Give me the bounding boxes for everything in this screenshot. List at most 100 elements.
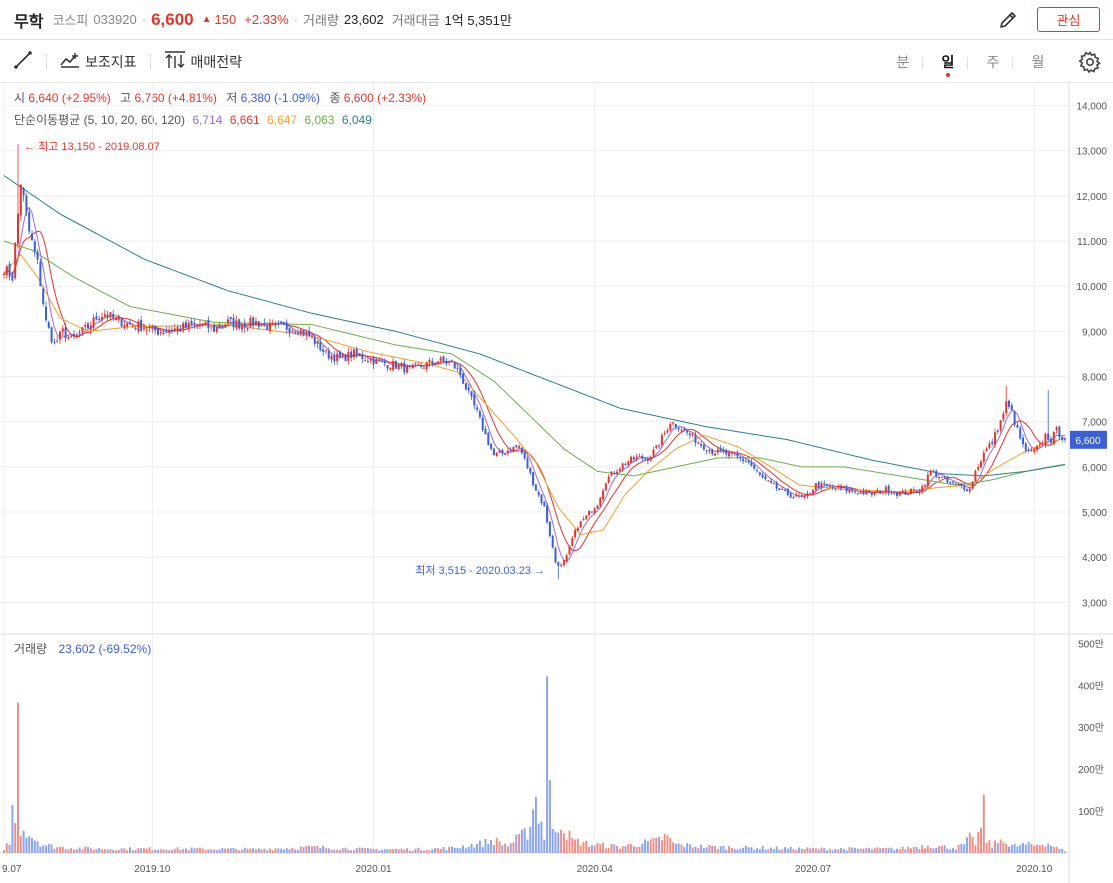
candle-body [652,449,655,456]
candle-body [179,328,182,331]
volume-bar [224,848,227,853]
volume-bar [50,844,53,853]
volume-bar [456,847,459,853]
candle-body [229,316,232,319]
volume-bar [842,848,845,853]
volume-bar [3,850,5,853]
volume-bar [691,847,694,853]
stock-name: 무학 [14,13,44,31]
volume-bar [865,848,868,853]
candle-body [921,486,924,493]
candle-body [638,455,641,457]
candle-body [529,467,532,473]
volume-bar [817,849,820,853]
volume-bar [215,850,218,853]
amount-value: 1억 5,351만 [444,13,512,28]
volume-bar [557,832,560,853]
candle-body [464,383,467,390]
candle-body [823,483,826,485]
candle-body [112,314,115,318]
volume-bar [204,850,207,853]
period-minute[interactable]: 분 [891,41,915,83]
volume-bar [436,848,439,853]
volume-bar [613,844,616,853]
volume-bar [341,847,344,853]
candle-body [268,322,271,332]
candle-body [504,454,507,456]
volume-bar [142,848,145,853]
volume-bar [837,849,840,853]
candle-body [436,361,439,364]
volume-bar [117,849,120,853]
price-tick-label: 12,000 [1076,192,1107,203]
volume-bar [652,837,655,853]
volume-bar [795,850,798,853]
candle-body [627,461,630,465]
volume-bar [196,848,199,853]
volume-bar [73,849,75,853]
volume-bar [593,845,596,853]
volume-bar [702,848,705,853]
volume-bar [1022,843,1024,853]
candle-body [422,367,425,369]
candle-body [515,445,518,448]
axis-labels: 14,000 13,000 12,000 11,000 10,000 9,000 8,000… [2,102,1107,875]
volume-bar [568,830,571,853]
gear-icon[interactable] [1078,50,1102,74]
candle-body [56,340,59,342]
volume-bar [658,837,661,853]
candle-body [495,452,498,457]
volume-tick-label: 500만 [1078,638,1104,650]
candle-body [478,411,481,417]
volume-bar [8,844,11,853]
candle-body [702,444,705,450]
volume-bar [484,838,487,853]
volume-bar [487,844,490,853]
candle-body [901,490,904,492]
indicator-button[interactable]: 보조지표 [47,41,150,83]
period-month[interactable]: 월 [1026,41,1050,83]
candle-body [582,519,585,521]
candle-body [11,274,14,281]
volume-bar [358,847,361,853]
volume-bar [898,849,901,853]
candle-body [669,424,672,431]
favorite-button[interactable]: 관심 [1037,7,1100,32]
volume-bar [828,848,831,853]
candle-body [548,521,551,536]
candle-body [543,501,546,507]
volume-bar [1050,845,1052,853]
volume-bar [870,849,873,853]
price-tick-label: 13,000 [1076,147,1107,158]
period-day[interactable]: 일 [936,41,960,83]
volume-bar [280,848,283,853]
candle-body [655,445,658,449]
volume-bar [126,850,129,853]
volume-bar [333,849,336,853]
candle-body [98,318,101,321]
draw-line-tool[interactable] [0,41,46,83]
candle-body [89,325,92,330]
volume-bar [954,849,957,853]
volume-bar [240,849,243,853]
volume-bar [218,849,221,853]
candle-body [473,394,476,406]
strategy-button[interactable]: 매매전략 [151,41,242,83]
volume-bar [901,846,904,853]
pencil-icon[interactable] [996,8,1020,32]
time-tick-label: 2020.07 [795,864,832,875]
annotations: ← 최고 13,150 - 2019.08.07 최저 3,515 - 2020… [24,140,545,577]
candle-body [596,505,599,509]
volume-bar [1038,845,1041,853]
candle-body [131,325,134,327]
period-week[interactable]: 주 [981,41,1005,83]
candle-body [534,484,537,491]
volume-bar [851,847,854,853]
candle-body [932,471,935,473]
amount-label: 거래대금 [391,13,440,28]
price-chart[interactable]: 14,000 13,000 12,000 11,000 10,000 9,000 8,000… [0,83,1113,883]
candle-body [61,328,64,332]
candle-body [946,476,949,483]
candle-body [593,508,596,514]
candle-body [848,489,851,493]
